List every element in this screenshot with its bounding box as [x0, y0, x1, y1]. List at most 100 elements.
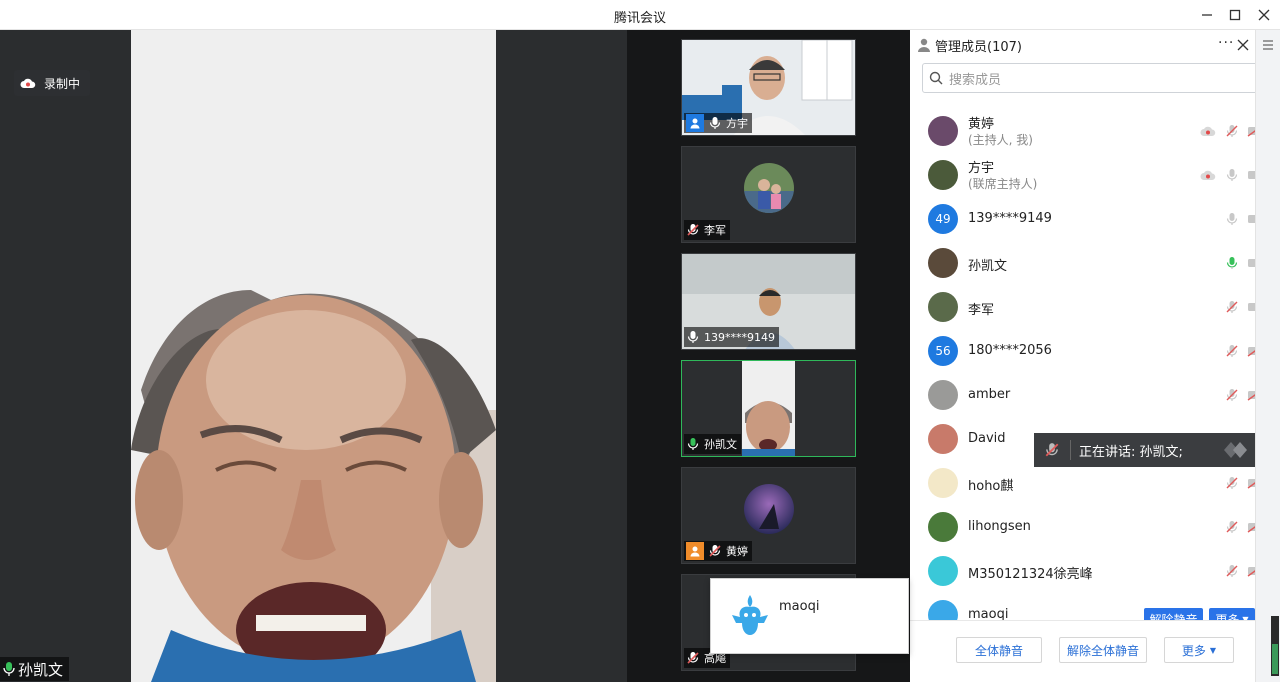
member-row[interactable]: lihongsen — [910, 506, 1263, 550]
member-row[interactable]: 49 139****9149 — [910, 198, 1262, 242]
unmute-all-button[interactable]: 解除全体静音 — [1059, 637, 1147, 663]
mic-muted-icon[interactable] — [1222, 341, 1242, 361]
mic-muted-icon[interactable] — [1222, 473, 1242, 493]
member-role: (主持人, 我) — [968, 133, 1033, 147]
tile-name: 孙凯文 — [704, 438, 737, 451]
video-tile-fangyu[interactable]: 方宇 — [681, 39, 856, 136]
search-placeholder: 搜索成员 — [949, 72, 1002, 88]
close-button[interactable] — [1253, 5, 1275, 25]
panel-header: 管理成员(107) ··· — [910, 30, 1255, 60]
tile-name: 139****9149 — [704, 330, 775, 344]
user-badge-icon — [686, 542, 704, 560]
sunkaiwen-video-image — [742, 361, 795, 456]
menu-icon[interactable] — [1262, 39, 1274, 51]
mic-icon[interactable] — [1222, 209, 1242, 229]
cloud-record-icon — [1198, 165, 1218, 185]
mic-muted-icon[interactable] — [1222, 517, 1242, 537]
member-name: amber — [968, 387, 1011, 402]
video-tile-lijun[interactable]: 李军 — [681, 146, 856, 243]
title-bar: 腾讯会议 — [0, 0, 1280, 30]
speaking-text: 正在讲话: 孙凯文; — [1079, 444, 1183, 460]
mute-all-button[interactable]: 全体静音 — [956, 637, 1042, 663]
cloud-record-icon — [1198, 121, 1218, 141]
member-name: hoho麒 — [968, 479, 1014, 494]
main-video-image — [131, 30, 496, 682]
member-avatar — [928, 424, 958, 454]
mic-muted-icon — [687, 224, 699, 236]
mic-active-icon — [3, 662, 15, 676]
cloud-record-icon — [20, 78, 36, 88]
search-icon — [929, 71, 943, 85]
panel-title: 管理成员(107) — [935, 39, 1022, 55]
member-hover-card: maoqi — [710, 578, 909, 654]
window-title: 腾讯会议 — [613, 11, 666, 26]
minimize-icon — [1202, 14, 1212, 16]
video-tile-139-9149[interactable]: 139****9149 — [681, 253, 856, 350]
member-row[interactable]: amber — [910, 374, 1263, 418]
video-tile-huangting[interactable]: 黄婷 — [681, 467, 856, 564]
mic-muted-icon — [687, 652, 699, 664]
mic-icon — [687, 331, 699, 343]
member-avatar — [928, 292, 958, 322]
video-tile-sunkaiwen[interactable]: 孙凯文 — [681, 360, 856, 457]
maximize-button[interactable] — [1224, 5, 1246, 25]
mic-muted-icon[interactable] — [1222, 561, 1242, 581]
member-avatar: 49 — [928, 204, 958, 234]
member-name: 黄婷 — [968, 117, 995, 132]
tile-name-tag: 李军 — [684, 220, 730, 240]
mic-muted-icon[interactable] — [1222, 297, 1242, 317]
search-input[interactable]: 搜索成员 — [922, 63, 1268, 93]
mic-muted-icon[interactable] — [1222, 121, 1242, 141]
hover-card-name: maoqi — [779, 599, 820, 614]
member-panel: 管理成员(107) ··· 搜索成员 黄婷 (主持人, 我) 方宇 (联席主持人) 49… — [910, 30, 1280, 682]
minimize-button[interactable] — [1196, 5, 1218, 25]
main-video-frame — [131, 30, 496, 682]
member-row[interactable]: 黄婷 (主持人, 我) — [910, 110, 1263, 154]
member-name: M350121324徐亮峰 — [968, 567, 1093, 582]
side-toolbar — [1255, 30, 1280, 682]
speaking-banner: 正在讲话: 孙凯文; — [1034, 433, 1280, 467]
tile-name-tag: 黄婷 — [684, 541, 752, 561]
member-name: lihongsen — [968, 519, 1031, 534]
member-row[interactable]: M350121324徐亮峰 — [910, 550, 1263, 594]
more-options-icon[interactable]: ··· — [1218, 35, 1234, 51]
lijun-avatar — [744, 163, 794, 213]
mic-icon[interactable] — [1222, 165, 1242, 185]
member-row[interactable]: 李军 — [910, 286, 1262, 330]
member-name: 139****9149 — [968, 211, 1052, 226]
recording-label: 录制中 — [44, 76, 81, 91]
member-avatar: 56 — [928, 336, 958, 366]
tile-name-tag: 方宇 — [684, 113, 752, 133]
member-role: (联席主持人) — [968, 177, 1038, 191]
volume-meter-icon — [1271, 616, 1279, 676]
member-name: 方宇 — [968, 161, 995, 176]
panel-footer: 全体静音 解除全体静音 更多 ▼ — [910, 620, 1255, 682]
close-icon — [1258, 9, 1270, 21]
huangting-avatar — [744, 484, 794, 534]
member-row[interactable]: hoho麒 — [910, 462, 1263, 506]
chevron-down-icon: ▼ — [1209, 645, 1217, 655]
tile-name-tag: 139****9149 — [684, 327, 779, 347]
mic-muted-icon[interactable] — [1222, 385, 1242, 405]
close-panel-icon[interactable] — [1237, 39, 1249, 51]
mic-icon — [709, 117, 721, 129]
tile-name-tag: 孙凯文 — [684, 434, 741, 454]
tile-name: 李军 — [704, 224, 726, 237]
members-icon — [918, 38, 930, 52]
recording-badge[interactable]: 录制中 — [14, 70, 91, 96]
member-row[interactable]: 方宇 (联席主持人) — [910, 154, 1262, 198]
mic-muted-icon — [1045, 443, 1059, 457]
member-avatar — [928, 248, 958, 278]
tile-name: 方宇 — [726, 117, 748, 130]
member-avatar — [928, 160, 958, 190]
member-row[interactable]: 56 180****2056 — [910, 330, 1263, 374]
member-name: 李军 — [968, 303, 995, 318]
member-row[interactable]: 孙凯文 — [910, 242, 1262, 286]
maoqi-avatar — [732, 595, 768, 635]
mic-muted-icon — [709, 545, 721, 557]
main-video-area[interactable]: 录制中 孙凯文 — [0, 30, 627, 682]
member-avatar — [928, 380, 958, 410]
mic-active-icon[interactable] — [1222, 253, 1242, 273]
member-avatar — [928, 468, 958, 498]
footer-more-button[interactable]: 更多 ▼ — [1164, 637, 1234, 663]
